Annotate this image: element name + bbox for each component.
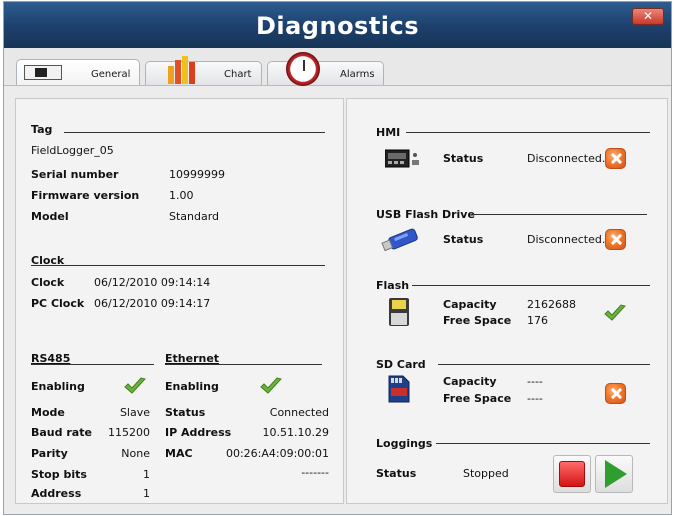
title-bar: Diagnostics ✕ [4, 2, 671, 48]
bar-chart-icon [168, 56, 200, 84]
rs485-mode-value: Slave [119, 406, 150, 419]
address-value: 1 [143, 487, 150, 500]
clock-label: Clock [31, 276, 65, 289]
ethernet-status-value: Connected [269, 406, 329, 419]
model-label: Model [31, 210, 69, 223]
general-info-panel: Tag FieldLogger_05 Serial number 1099999… [15, 98, 344, 504]
ethernet-status-label: Status [165, 406, 206, 419]
loggings-status-label: Status [376, 467, 417, 480]
usb-section-title: USB Flash Drive [376, 208, 475, 221]
baud-rate-value: 115200 [108, 426, 150, 439]
loggings-status-value: Stopped [463, 467, 509, 480]
flash-divider [412, 285, 650, 286]
serial-number-label: Serial number [31, 168, 119, 181]
clock-divider [31, 265, 325, 266]
tab-general[interactable]: General [16, 59, 140, 85]
firmware-version-label: Firmware version [31, 189, 140, 202]
sdcard-section-title: SD Card [376, 358, 426, 371]
tab-bar: General Chart Alarms [4, 48, 671, 86]
firmware-version-value: 1.00 [169, 189, 194, 202]
hmi-status-value: Disconnected. [527, 152, 606, 165]
ethernet-enabling-label: Enabling [165, 380, 219, 393]
flash-section-title: Flash [376, 279, 410, 292]
address-label: Address [31, 487, 82, 500]
rs485-mode-label: Mode [31, 406, 65, 419]
sdcard-capacity-label: Capacity [443, 375, 497, 388]
tab-chart[interactable]: Chart [145, 56, 262, 85]
stop-bits-value: 1 [143, 468, 150, 481]
usb-status-value: Disconnected. [527, 233, 606, 246]
parity-value: None [121, 447, 150, 460]
usb-divider [471, 214, 647, 215]
baud-rate-label: Baud rate [31, 426, 92, 439]
mac-value: 00:26:A4:09:00:01 [225, 447, 329, 460]
rs485-divider [31, 364, 154, 365]
sd-card-icon [388, 375, 410, 403]
hmi-status-label: Status [443, 152, 484, 165]
pc-clock-label: PC Clock [31, 297, 85, 310]
flash-free-space-value: 176 [527, 314, 548, 327]
rs485-enabled-check-icon [124, 377, 146, 394]
ethernet-divider [165, 364, 322, 365]
sdcard-free-space-label: Free Space [443, 392, 512, 405]
ip-address-value: 10.51.10.29 [262, 426, 329, 439]
clock-value: 06/12/2010 09:14:14 [94, 276, 211, 289]
devices-panel: HMI Status Disconnected. USB Flash Drive… [346, 98, 668, 504]
tab-general-label: General [91, 69, 131, 80]
sdcard-error-icon [605, 383, 626, 404]
tag-divider [64, 132, 325, 133]
stop-logging-button[interactable] [553, 455, 591, 493]
stop-bits-label: Stop bits [31, 468, 87, 481]
mac-label: MAC [165, 447, 193, 460]
loggings-section-title: Loggings [376, 437, 433, 450]
hmi-divider [406, 132, 650, 133]
flash-capacity-value: 2162688 [527, 298, 576, 311]
serial-number-value: 10999999 [169, 168, 225, 181]
rs485-enabling-label: Enabling [31, 380, 85, 393]
flash-free-space-label: Free Space [443, 314, 512, 327]
usb-error-icon [605, 229, 626, 250]
pc-clock-value: 06/12/2010 09:14:17 [94, 297, 211, 310]
close-button[interactable]: ✕ [632, 8, 664, 25]
stop-icon [559, 461, 585, 487]
usb-drive-icon [381, 228, 418, 252]
tag-section-title: Tag [31, 123, 53, 136]
flash-capacity-label: Capacity [443, 298, 497, 311]
usb-status-label: Status [443, 233, 484, 246]
tab-chart-label: Chart [224, 69, 252, 80]
hmi-section-title: HMI [376, 126, 401, 139]
ethernet-extra-value: ------- [301, 466, 329, 479]
diagnostics-window: Diagnostics ✕ General Chart Alarms Tag F… [3, 1, 672, 515]
start-logging-button[interactable] [595, 455, 633, 493]
alarm-clock-icon [286, 52, 320, 86]
tag-grid-icon [24, 65, 62, 80]
flash-ok-check-icon [604, 304, 626, 321]
tab-alarms[interactable]: Alarms [267, 52, 384, 86]
parity-label: Parity [31, 447, 68, 460]
hmi-device-icon [385, 149, 419, 168]
play-icon [605, 460, 627, 488]
sdcard-divider [438, 364, 650, 365]
tab-alarms-label: Alarms [340, 69, 375, 80]
sdcard-free-space-value: ---- [527, 392, 543, 405]
window-title: Diagnostics [255, 12, 420, 40]
flash-memory-icon [389, 298, 409, 326]
loggings-divider [436, 443, 650, 444]
tag-name: FieldLogger_05 [31, 144, 114, 157]
hmi-error-icon [605, 148, 626, 169]
model-value: Standard [169, 210, 220, 223]
sdcard-capacity-value: ---- [527, 375, 543, 388]
ethernet-enabled-check-icon [260, 377, 282, 394]
